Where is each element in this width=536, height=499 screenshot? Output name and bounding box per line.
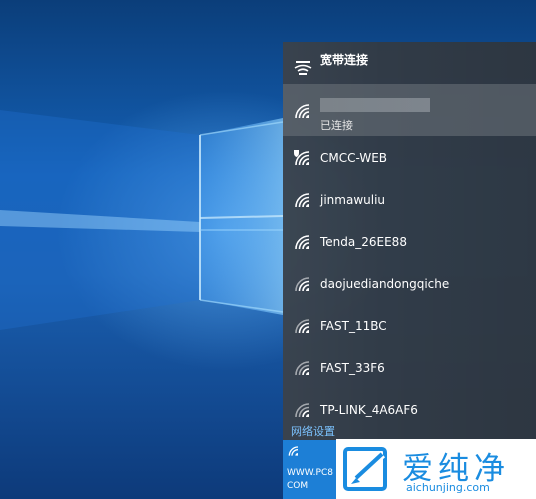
network-item[interactable]: Tenda_26EE88 [283,223,536,264]
wifi-secured-icon [295,235,310,250]
wifi-secured-icon [295,277,310,292]
broadband-connection-item[interactable]: 宽带连接 [283,42,536,84]
connected-network-name [320,98,430,112]
network-name: Tenda_26EE88 [320,235,407,249]
network-item[interactable]: jinmawuliu [283,181,536,222]
network-name: FAST_11BC [320,319,387,333]
wifi-secured-icon [295,319,310,334]
network-name: TP-LINK_4A6AF6 [320,403,418,417]
network-item[interactable]: daojuediandongqiche [283,265,536,306]
wifi-secured-icon [295,403,310,418]
wifi-secured-icon [295,193,310,208]
wifi-icon [288,446,299,456]
tile-text-line1: WWW.PC8 [287,468,333,478]
connected-status: 已连接 [320,119,353,132]
connected-network-item[interactable]: 已连接 [283,84,536,136]
network-name: daojuediandongqiche [320,277,450,291]
network-name: CMCC-WEB [320,151,388,165]
tile-text-line2: COM [287,481,309,491]
network-settings-link[interactable]: 网络设置 [291,423,335,439]
network-item[interactable]: TP-LINK_4A6AF6 [283,391,536,419]
network-item[interactable]: CMCC-WEB [283,139,536,180]
wifi-secured-icon [295,361,310,376]
network-name: FAST_33F6 [320,361,385,375]
watermark-logo-icon [343,447,387,491]
broadband-label: 宽带连接 [320,53,369,67]
wifi-icon [295,104,310,119]
network-item[interactable]: FAST_33F6 [283,349,536,390]
broadband-icon [294,61,312,75]
watermark: 爱纯净 aichunjing.com [336,439,536,499]
network-flyout: 宽带连接 已连接 CMCC-WEB jinmawuliu Tenda_26EE8… [283,42,536,499]
wifi-open-shield-icon [294,150,310,166]
watermark-url: aichunjing.com [406,481,490,494]
wifi-quick-action-tile[interactable]: WWW.PC8 COM [283,440,336,499]
network-item[interactable]: FAST_11BC [283,307,536,348]
network-name: jinmawuliu [320,193,386,207]
